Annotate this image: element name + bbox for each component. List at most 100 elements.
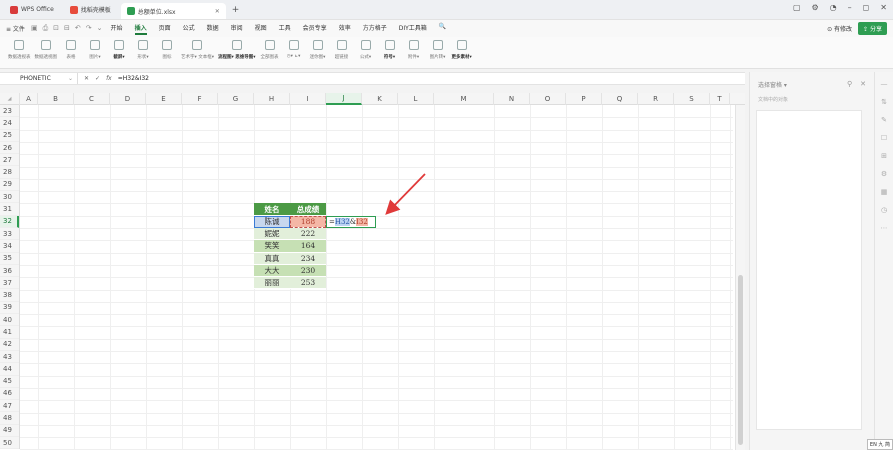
column-header-j[interactable]: J — [326, 93, 362, 105]
score-cell[interactable]: 222 — [290, 228, 326, 241]
column-header-e[interactable]: E — [146, 93, 182, 105]
side-tool-icon[interactable]: ✎ — [881, 116, 887, 124]
ribbon-item[interactable]: 流程图▾ 思维导图▾ — [218, 37, 256, 60]
row-header-30[interactable]: 30 — [0, 191, 19, 204]
column-header-b[interactable]: B — [38, 93, 74, 105]
row-header-50[interactable]: 50 — [0, 437, 19, 450]
column-header-n[interactable]: N — [494, 93, 530, 105]
row-header-24[interactable]: 24 — [0, 117, 19, 130]
column-header-o[interactable]: O — [530, 93, 566, 105]
column-header-s[interactable]: S — [674, 93, 710, 105]
row-header-25[interactable]: 25 — [0, 130, 19, 142]
ribbon-item[interactable]: 数据透视图 — [35, 37, 57, 60]
score-cell[interactable]: 164 — [290, 240, 326, 253]
ribbon-item[interactable]: 形状▾ — [133, 37, 153, 60]
share-button[interactable]: ⇪ 分享 — [858, 22, 887, 35]
undo-icon[interactable]: ↶ — [75, 24, 81, 33]
ribbon-item[interactable]: 截屏▾ — [109, 37, 129, 60]
side-tool-icon[interactable]: ⚙ — [881, 170, 887, 178]
score-cell[interactable]: 234 — [290, 252, 326, 265]
tab-template[interactable]: 找稻壳模板 — [64, 3, 117, 17]
column-header-i[interactable]: I — [290, 93, 326, 105]
name-cell[interactable]: 真真 — [254, 252, 290, 265]
menu-formula[interactable]: 公式 — [183, 23, 195, 35]
search-icon[interactable]: 🔍 — [439, 23, 446, 35]
row-header-32[interactable]: 32 — [0, 215, 19, 228]
avatar-icon[interactable]: ◔ — [830, 3, 837, 12]
close-window-button[interactable]: ✕ — [880, 3, 887, 12]
vertical-scrollbar[interactable] — [735, 105, 745, 450]
ribbon-item[interactable]: ◷▾ ⊾▾ — [284, 37, 304, 59]
side-tool-icon[interactable]: ◷ — [881, 206, 887, 214]
column-header-m[interactable]: M — [434, 93, 494, 105]
menu-home[interactable]: 开始 — [111, 23, 123, 35]
ime-indicator[interactable]: EN 九 简 — [866, 439, 893, 450]
column-header-c[interactable]: C — [74, 93, 110, 105]
row-header-27[interactable]: 27 — [0, 154, 19, 167]
row-header-48[interactable]: 48 — [0, 412, 19, 425]
redo-icon[interactable]: ↷ — [86, 24, 92, 33]
column-header-q[interactable]: Q — [602, 93, 638, 105]
layout-icon[interactable]: ▢ — [793, 3, 801, 12]
row-header-33[interactable]: 33 — [0, 228, 19, 241]
column-header-a[interactable]: A — [20, 93, 38, 105]
column-header-d[interactable]: D — [110, 93, 146, 105]
column-header-p[interactable]: P — [566, 93, 602, 105]
side-tool-icon[interactable]: ☐ — [881, 134, 887, 142]
row-header-38[interactable]: 38 — [0, 289, 19, 302]
side-tool-icon[interactable]: ⇅ — [881, 98, 887, 106]
side-tool-icon[interactable]: ⊞ — [881, 152, 887, 160]
row-header-46[interactable]: 46 — [0, 388, 19, 401]
save-icon[interactable]: ▣ — [31, 24, 38, 33]
menu-fangfang[interactable]: 方方格子 — [363, 23, 387, 35]
menu-data[interactable]: 数据 — [207, 23, 219, 35]
selection-pane-title[interactable]: 选择窗格 ▾ — [758, 80, 787, 89]
row-header-39[interactable]: 39 — [0, 302, 19, 315]
object-list[interactable] — [756, 110, 862, 430]
column-header-h[interactable]: H — [254, 93, 290, 105]
column-header-t[interactable]: T — [710, 93, 730, 105]
ribbon-item[interactable]: 符号▾ — [380, 37, 400, 60]
row-header-45[interactable]: 45 — [0, 376, 19, 388]
row-header-49[interactable]: 49 — [0, 425, 19, 438]
name-cell[interactable]: 大大 — [254, 264, 290, 278]
row-header-41[interactable]: 41 — [0, 326, 19, 339]
ribbon-item[interactable]: 全部图表 — [260, 37, 280, 60]
close-icon[interactable]: ✕ — [860, 80, 866, 88]
close-tab-icon[interactable]: ✕ — [215, 8, 220, 15]
select-all-corner[interactable]: ◢ — [0, 93, 20, 105]
scrollbar-thumb[interactable] — [738, 275, 743, 445]
confirm-icon[interactable]: ✓ — [95, 75, 100, 82]
row-header-23[interactable]: 23 — [0, 105, 19, 118]
ribbon-item[interactable]: 附件▾ — [404, 37, 424, 60]
ribbon-item[interactable]: 数据透视表 — [8, 37, 31, 60]
row-header-43[interactable]: 43 — [0, 351, 19, 364]
column-header-l[interactable]: L — [398, 93, 434, 105]
name-cell[interactable]: 笑笑 — [254, 240, 290, 253]
ribbon-item[interactable]: 图片转▾ — [428, 37, 448, 60]
cancel-icon[interactable]: ✕ — [84, 75, 89, 82]
row-header-35[interactable]: 35 — [0, 253, 19, 265]
ribbon-item[interactable]: 超链接 — [332, 37, 352, 60]
export-icon[interactable]: ⊟ — [64, 24, 70, 33]
menu-insert[interactable]: 插入 — [134, 23, 147, 35]
ribbon-item[interactable]: 艺术字▾ 文本框▾ — [181, 37, 214, 60]
new-tab-button[interactable]: + — [232, 5, 240, 15]
editing-cell-j32[interactable]: = H32 & I32 — [326, 215, 376, 228]
cell-area[interactable]: 姓名 总成绩 陈诚 188 妮妮 222 笑笑 164 真真 234 大大 230 丽丽 253 = H32 &… — [20, 105, 733, 450]
row-header-36[interactable]: 36 — [0, 265, 19, 278]
pin-icon[interactable]: ⚲ — [847, 80, 852, 88]
menu-efficiency[interactable]: 效率 — [339, 23, 351, 35]
score-cell[interactable]: 253 — [290, 277, 326, 290]
menu-review[interactable]: 审阅 — [231, 23, 243, 35]
row-header-28[interactable]: 28 — [0, 166, 19, 179]
ribbon-item[interactable]: 图标 — [157, 37, 177, 60]
ribbon-item[interactable]: 公式▾ — [356, 37, 376, 60]
minimize-button[interactable]: – — [848, 3, 852, 12]
row-header-44[interactable]: 44 — [0, 363, 19, 376]
formula-input[interactable]: =H32&I32 — [118, 75, 149, 82]
ribbon-item[interactable]: 迷你图▾ — [308, 37, 328, 60]
file-menu[interactable]: ≡ 文件 — [6, 24, 25, 33]
side-tool-icon[interactable]: — — [881, 80, 888, 88]
maximize-button[interactable]: ◻ — [863, 3, 870, 12]
